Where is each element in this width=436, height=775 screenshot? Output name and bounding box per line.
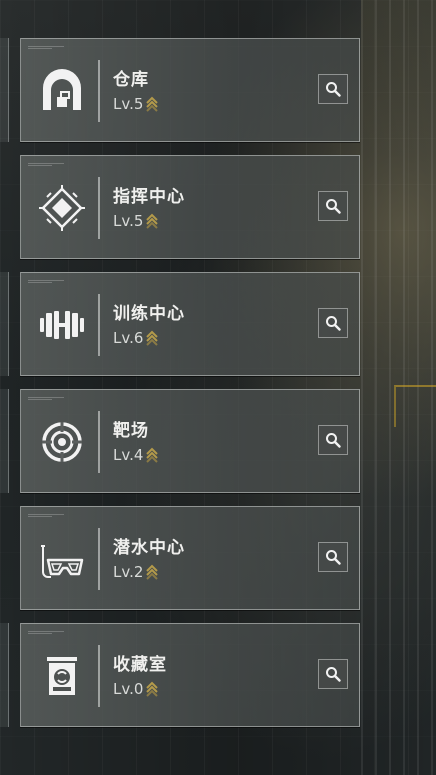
inspect-button[interactable] (318, 308, 348, 338)
diving-mask-icon (36, 533, 88, 585)
facility-level: Lv.5 (113, 95, 159, 113)
facility-level: Lv.6 (113, 329, 159, 347)
facility-card-training-center[interactable]: 训练中心 Lv.6 (20, 272, 360, 376)
facility-name: 潜水中心 (113, 538, 185, 558)
upgrade-chevron-icon (146, 330, 159, 346)
card-divider (98, 528, 100, 590)
inspect-button[interactable] (318, 542, 348, 572)
background-railing (394, 385, 436, 427)
facility-card-collection-room[interactable]: 收藏室 Lv.0 (20, 623, 360, 727)
magnifier-icon (326, 316, 341, 331)
magnifier-icon (326, 667, 341, 682)
magnifier-icon (326, 199, 341, 214)
card-divider (98, 645, 100, 707)
facility-level: Lv.2 (113, 563, 159, 581)
level-text: Lv.5 (113, 212, 144, 230)
card-deco-text (28, 45, 64, 49)
card-divider (98, 60, 100, 122)
command-center-icon (36, 182, 88, 234)
left-panel-edge (0, 623, 9, 727)
facility-name: 靶场 (113, 421, 149, 441)
upgrade-chevron-icon (146, 213, 159, 229)
magnifier-icon (326, 82, 341, 97)
inspect-button[interactable] (318, 425, 348, 455)
card-deco-text (28, 162, 64, 166)
level-text: Lv.0 (113, 680, 144, 698)
inspect-button[interactable] (318, 191, 348, 221)
level-text: Lv.2 (113, 563, 144, 581)
card-deco-text (28, 396, 64, 400)
level-text: Lv.5 (113, 95, 144, 113)
facility-name: 训练中心 (113, 304, 185, 324)
level-text: Lv.4 (113, 446, 144, 464)
left-panel-edge (0, 389, 9, 493)
collection-room-icon (36, 650, 88, 702)
card-divider (98, 177, 100, 239)
card-divider (98, 294, 100, 356)
card-deco-text (28, 630, 64, 634)
card-deco-text (28, 279, 64, 283)
left-panel-edge (0, 38, 9, 142)
inspect-button[interactable] (318, 659, 348, 689)
upgrade-chevron-icon (146, 681, 159, 697)
target-icon (36, 416, 88, 468)
left-panel-edge (0, 272, 9, 376)
upgrade-chevron-icon (146, 96, 159, 112)
magnifier-icon (326, 550, 341, 565)
warehouse-icon (36, 65, 88, 117)
facility-card-diving-center[interactable]: 潜水中心 Lv.2 (20, 506, 360, 610)
dumbbell-icon (36, 299, 88, 351)
facility-card-command-center[interactable]: 指挥中心 Lv.5 (20, 155, 360, 259)
magnifier-icon (326, 433, 341, 448)
card-divider (98, 411, 100, 473)
facility-name: 仓库 (113, 70, 149, 90)
facility-name: 收藏室 (113, 655, 167, 675)
facility-card-shooting-range[interactable]: 靶场 Lv.4 (20, 389, 360, 493)
facility-level: Lv.5 (113, 212, 159, 230)
facility-card-warehouse[interactable]: 仓库 Lv.5 (20, 38, 360, 142)
card-deco-text (28, 513, 64, 517)
facility-level: Lv.0 (113, 680, 159, 698)
level-text: Lv.6 (113, 329, 144, 347)
facility-level: Lv.4 (113, 446, 159, 464)
inspect-button[interactable] (318, 74, 348, 104)
upgrade-chevron-icon (146, 447, 159, 463)
upgrade-chevron-icon (146, 564, 159, 580)
facility-name: 指挥中心 (113, 187, 185, 207)
